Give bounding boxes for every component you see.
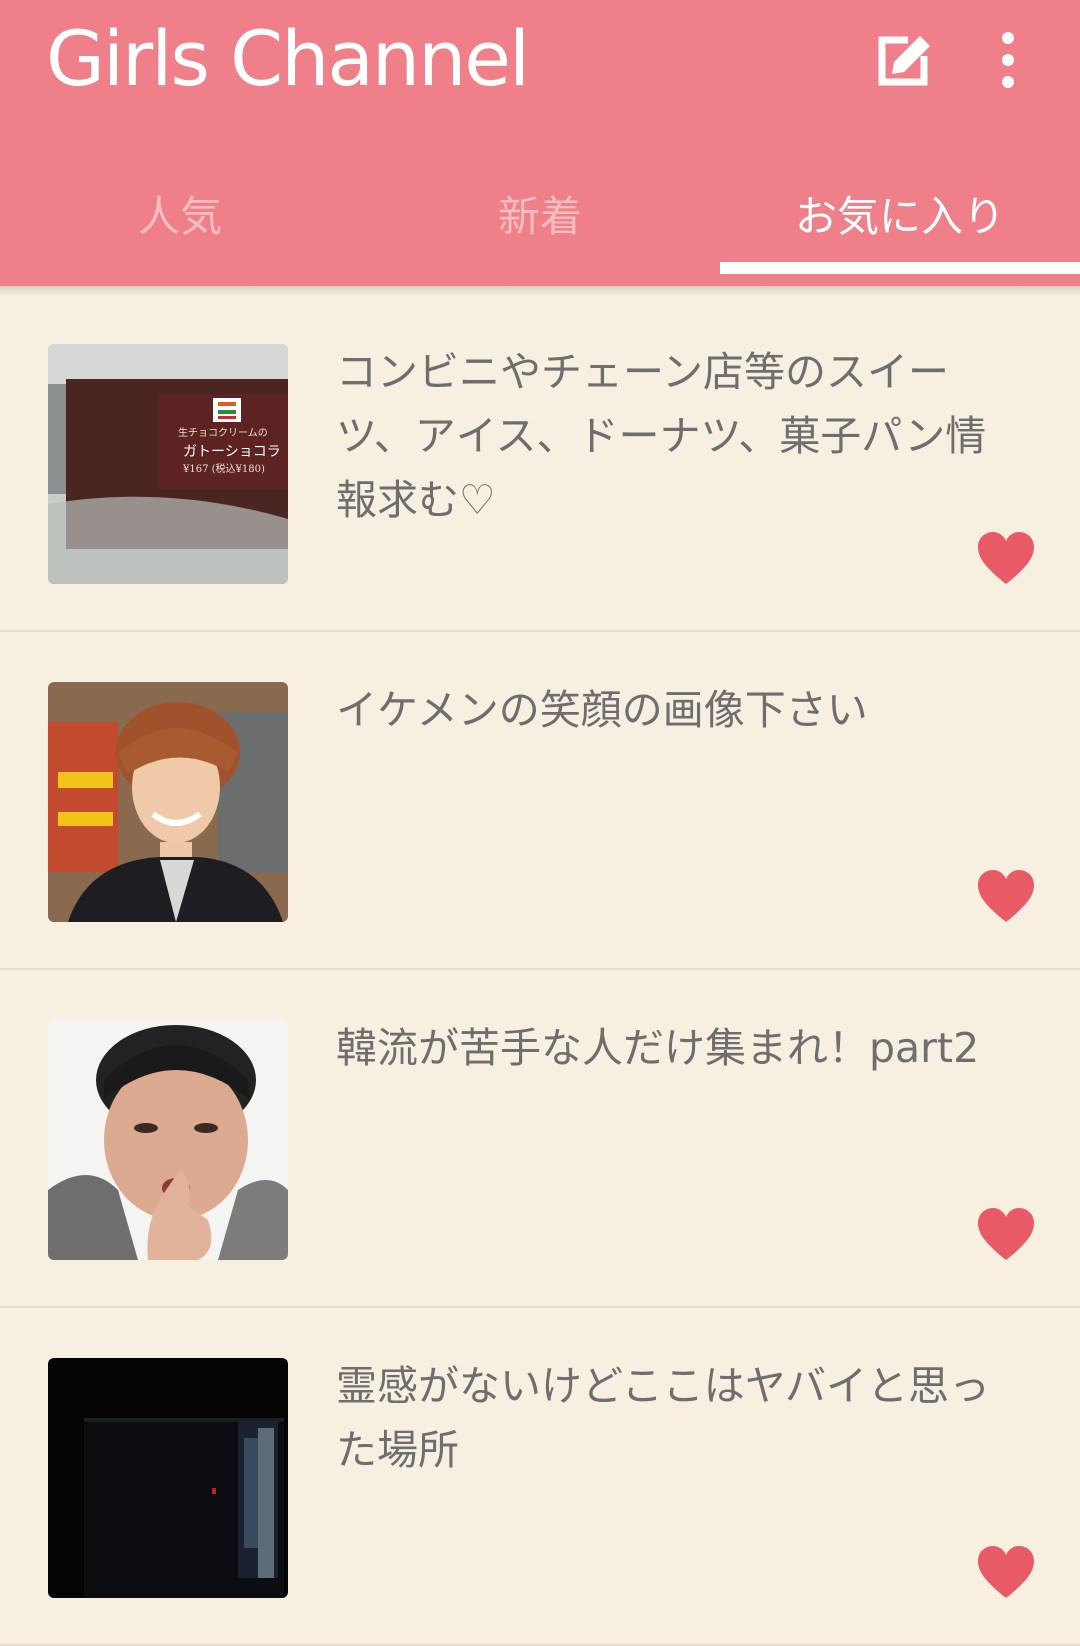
compose-button[interactable] [864, 20, 944, 100]
list-item[interactable]: 韓流が苦手な人だけ集まれ！part2 [0, 970, 1080, 1308]
topic-thumbnail: 生チョコクリームの ガトーショコラ ¥167 (税込¥180) [48, 344, 288, 584]
compose-icon [878, 36, 930, 86]
list-item[interactable]: 生チョコクリームの ガトーショコラ ¥167 (税込¥180) コンビニやチェー… [0, 294, 1080, 632]
list-item[interactable]: 霊感がないけどここはヤバイと思った場所 [0, 1308, 1080, 1646]
thumb-text: ガトーショコラ [183, 444, 281, 460]
tab-popular[interactable]: 人気 [0, 150, 360, 286]
tab-label: お気に入り [794, 191, 1005, 241]
tab-label: 人気 [137, 191, 222, 241]
favorite-heart-icon[interactable] [976, 1206, 1036, 1262]
topic-list: 生チョコクリームの ガトーショコラ ¥167 (税込¥180) コンビニやチェー… [0, 294, 1080, 1646]
topic-thumbnail [48, 682, 288, 922]
topic-thumbnail [48, 1020, 288, 1260]
app-bar: Girls Channel 人気 新着 お気に入り [0, 0, 1080, 286]
favorite-heart-icon[interactable] [976, 530, 1036, 586]
tab-bar: 人気 新着 お気に入り [0, 150, 1080, 286]
tab-new[interactable]: 新着 [360, 150, 720, 286]
thumb-text: 生チョコクリームの [178, 426, 268, 439]
more-vert-icon [1002, 32, 1014, 88]
topic-thumbnail [48, 1358, 288, 1598]
active-tab-indicator [720, 262, 1080, 274]
favorite-heart-icon[interactable] [976, 868, 1036, 924]
app-title: Girls Channel [46, 14, 530, 103]
topic-title: 韓流が苦手な人だけ集まれ！part2 [336, 1024, 980, 1072]
tab-label: 新着 [497, 191, 582, 241]
tab-favorites[interactable]: お気に入り [720, 150, 1080, 286]
topic-title: 霊感がないけどここはヤバイと思った場所 [336, 1362, 990, 1474]
topic-title: イケメンの笑顔の画像下さい [336, 686, 868, 734]
thumb-text: ¥167 (税込¥180) [182, 462, 265, 475]
list-item[interactable]: イケメンの笑顔の画像下さい [0, 632, 1080, 970]
favorite-heart-icon[interactable] [976, 1544, 1036, 1600]
more-options-button[interactable] [968, 20, 1048, 100]
topic-title: コンビニやチェーン店等のスイーツ、アイス、ドーナツ、菓子パン情報求む♡ [336, 348, 987, 524]
